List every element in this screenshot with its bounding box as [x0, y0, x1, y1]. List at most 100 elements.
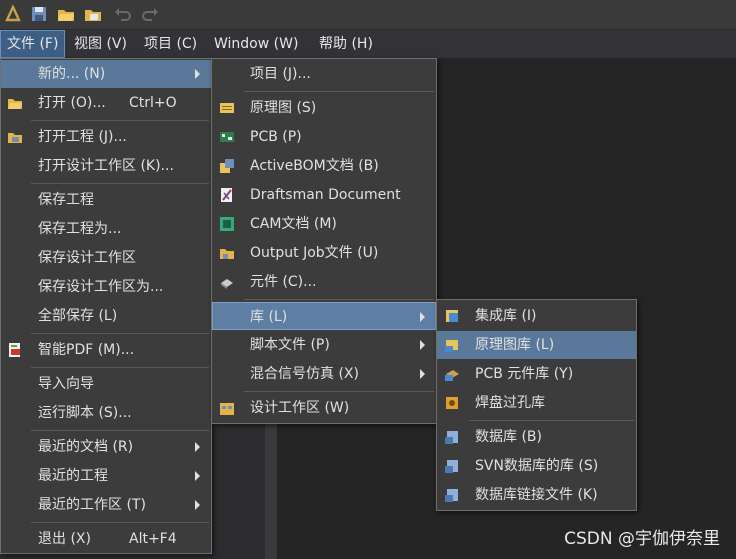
menu-item-label: 最近的文档 (R) [38, 439, 134, 455]
menu-item-integrated-library[interactable]: 集成库 (I) [437, 302, 636, 330]
menu-item-label: 退出 (X) [38, 531, 91, 547]
menu-item-label: 打开设计工作区 (K)... [38, 158, 174, 174]
menu-item-label: PCB 元件库 (Y) [475, 366, 574, 382]
submenu-arrow-icon [195, 442, 200, 452]
menu-item-label: Output Job文件 (U) [250, 245, 379, 261]
menu-separator [244, 91, 434, 92]
menu-separator [31, 120, 209, 121]
menu-item-new-mixed-sim[interactable]: 混合信号仿真 (X) [212, 360, 436, 388]
menu-item-label: 数据库 (B) [475, 429, 542, 445]
save-icon[interactable] [30, 5, 48, 23]
menu-item-new-cam[interactable]: CAM文档 (M) [212, 210, 436, 238]
menu-item-label: 库 (L) [250, 309, 288, 325]
menu-item-new-draftsman[interactable]: Draftsman Document [212, 181, 436, 209]
menu-item-label: 新的... (N) [38, 66, 106, 82]
menu-separator [31, 367, 209, 368]
menu-item-label: 元件 (C)... [250, 274, 317, 290]
database-library-icon [445, 431, 458, 444]
menu-item-db-link-file[interactable]: 数据库链接文件 (K) [437, 481, 636, 509]
menu-item-label: 保存工程为... [38, 221, 122, 237]
menu-window[interactable]: Window (W) [208, 30, 304, 58]
menu-item-new-activebom[interactable]: ActiveBOM文档 (B) [212, 152, 436, 180]
menu-item-label: Draftsman Document [250, 187, 401, 203]
menu-item-label: 全部保存 (L) [38, 308, 118, 324]
menu-item-schematic-library[interactable]: 原理图库 (L) [437, 331, 636, 359]
menu-item-save-workspace[interactable]: 保存设计工作区 [1, 244, 211, 272]
menu-item-database-library[interactable]: 数据库 (B) [437, 423, 636, 451]
menu-item-pcb-library[interactable]: PCB 元件库 (Y) [437, 360, 636, 388]
menu-item-import-wizard[interactable]: 导入向导 [1, 370, 211, 398]
menu-separator [244, 391, 434, 392]
menu-item-svn-database-library[interactable]: SVN数据库的库 (S) [437, 452, 636, 480]
menu-item-new-script-file[interactable]: 脚本文件 (P) [212, 331, 436, 359]
open-project-icon [8, 133, 22, 143]
menu-item-label: 混合信号仿真 (X) [250, 366, 359, 382]
menu-project[interactable]: 项目 (C) [138, 30, 203, 58]
menu-help[interactable]: 帮助 (H) [313, 30, 379, 58]
submenu-arrow-icon [195, 500, 200, 510]
menu-item-label: CAM文档 (M) [250, 216, 337, 232]
library-submenu: 集成库 (I) 原理图库 (L) PCB 元件库 (Y) 焊盘过孔库 数据库 (… [436, 299, 637, 511]
open-project-icon[interactable] [84, 5, 102, 23]
submenu-arrow-icon [195, 471, 200, 481]
pcb-library-icon [445, 370, 459, 381]
watermark: CSDN @宇伽伊奈里 [564, 529, 720, 549]
menu-item-label: 最近的工程 [38, 468, 108, 484]
menu-item-new-schematic[interactable]: 原理图 (S) [212, 94, 436, 122]
menu-separator [244, 299, 434, 300]
menu-item-label: 最近的工作区 (T) [38, 497, 146, 513]
toolbar [0, 0, 736, 30]
menu-item-open[interactable]: 打开 (O)... Ctrl+O [1, 89, 211, 117]
menu-item-new-library[interactable]: 库 (L) [212, 302, 436, 330]
menu-item-new-pcb[interactable]: PCB (P) [212, 123, 436, 151]
menu-item-exit[interactable]: 退出 (X) Alt+F4 [1, 525, 211, 553]
menu-separator [469, 420, 634, 421]
menu-item-label: 打开 (O)... [38, 95, 106, 111]
menu-item-new-output-job[interactable]: Output Job文件 (U) [212, 239, 436, 267]
redo-icon[interactable] [141, 5, 159, 23]
menu-separator [31, 430, 209, 431]
menu-item-new[interactable]: 新的... (N) [1, 60, 211, 88]
menu-item-open-workspace[interactable]: 打开设计工作区 (K)... [1, 152, 211, 180]
menu-item-smart-pdf[interactable]: 智能PDF (M)... [1, 336, 211, 364]
integrated-library-icon [446, 310, 458, 322]
menubar: 文件 (F) 视图 (V) 项目 (C) Window (W) 帮助 (H) [0, 30, 736, 58]
submenu-arrow-icon [420, 312, 425, 322]
menu-item-label: 智能PDF (M)... [38, 342, 135, 358]
menu-item-new-component[interactable]: 元件 (C)... [212, 268, 436, 296]
menu-item-label: SVN数据库的库 (S) [475, 458, 599, 474]
menu-item-label: 导入向导 [38, 376, 94, 392]
open-folder-icon[interactable] [57, 5, 75, 23]
smart-pdf-icon [9, 343, 20, 357]
file-menu: 新的... (N) 打开 (O)... Ctrl+O 打开工程 (J)... 打… [0, 58, 212, 554]
menu-item-save-project[interactable]: 保存工程 [1, 186, 211, 214]
menu-item-label: 原理图 (S) [250, 100, 317, 116]
db-link-file-icon [445, 489, 458, 502]
menu-item-save-project-as[interactable]: 保存工程为... [1, 215, 211, 243]
menu-item-new-workspace[interactable]: 设计工作区 (W) [212, 394, 436, 422]
menu-item-recent-workspaces[interactable]: 最近的工作区 (T) [1, 491, 211, 519]
menu-item-label: 保存设计工作区 [38, 250, 136, 266]
output-job-doc-icon [220, 249, 234, 259]
menu-item-label: PCB (P) [250, 129, 302, 145]
menu-item-new-project[interactable]: 项目 (J)... [212, 60, 436, 88]
menu-item-label: 数据库链接文件 (K) [475, 487, 598, 503]
activebom-doc-icon [220, 159, 234, 173]
menu-item-run-script[interactable]: 运行脚本 (S)... [1, 399, 211, 427]
menu-file[interactable]: 文件 (F) [0, 30, 66, 58]
menu-item-label: 保存设计工作区为... [38, 279, 164, 295]
draftsman-doc-icon [221, 188, 232, 202]
menu-item-recent-projects[interactable]: 最近的工程 [1, 462, 211, 490]
submenu-arrow-icon [195, 69, 200, 79]
undo-icon[interactable] [114, 5, 132, 23]
workspace-icon [220, 403, 234, 415]
menu-item-save-all[interactable]: 全部保存 (L) [1, 302, 211, 330]
submenu-arrow-icon [420, 369, 425, 379]
menu-item-open-project[interactable]: 打开工程 (J)... [1, 123, 211, 151]
app-logo-icon [5, 5, 21, 22]
schematic-library-icon [445, 340, 458, 352]
menu-view[interactable]: 视图 (V) [68, 30, 133, 58]
menu-item-save-workspace-as[interactable]: 保存设计工作区为... [1, 273, 211, 301]
menu-item-recent-docs[interactable]: 最近的文档 (R) [1, 433, 211, 461]
menu-item-padvia-library[interactable]: 焊盘过孔库 [437, 389, 636, 417]
